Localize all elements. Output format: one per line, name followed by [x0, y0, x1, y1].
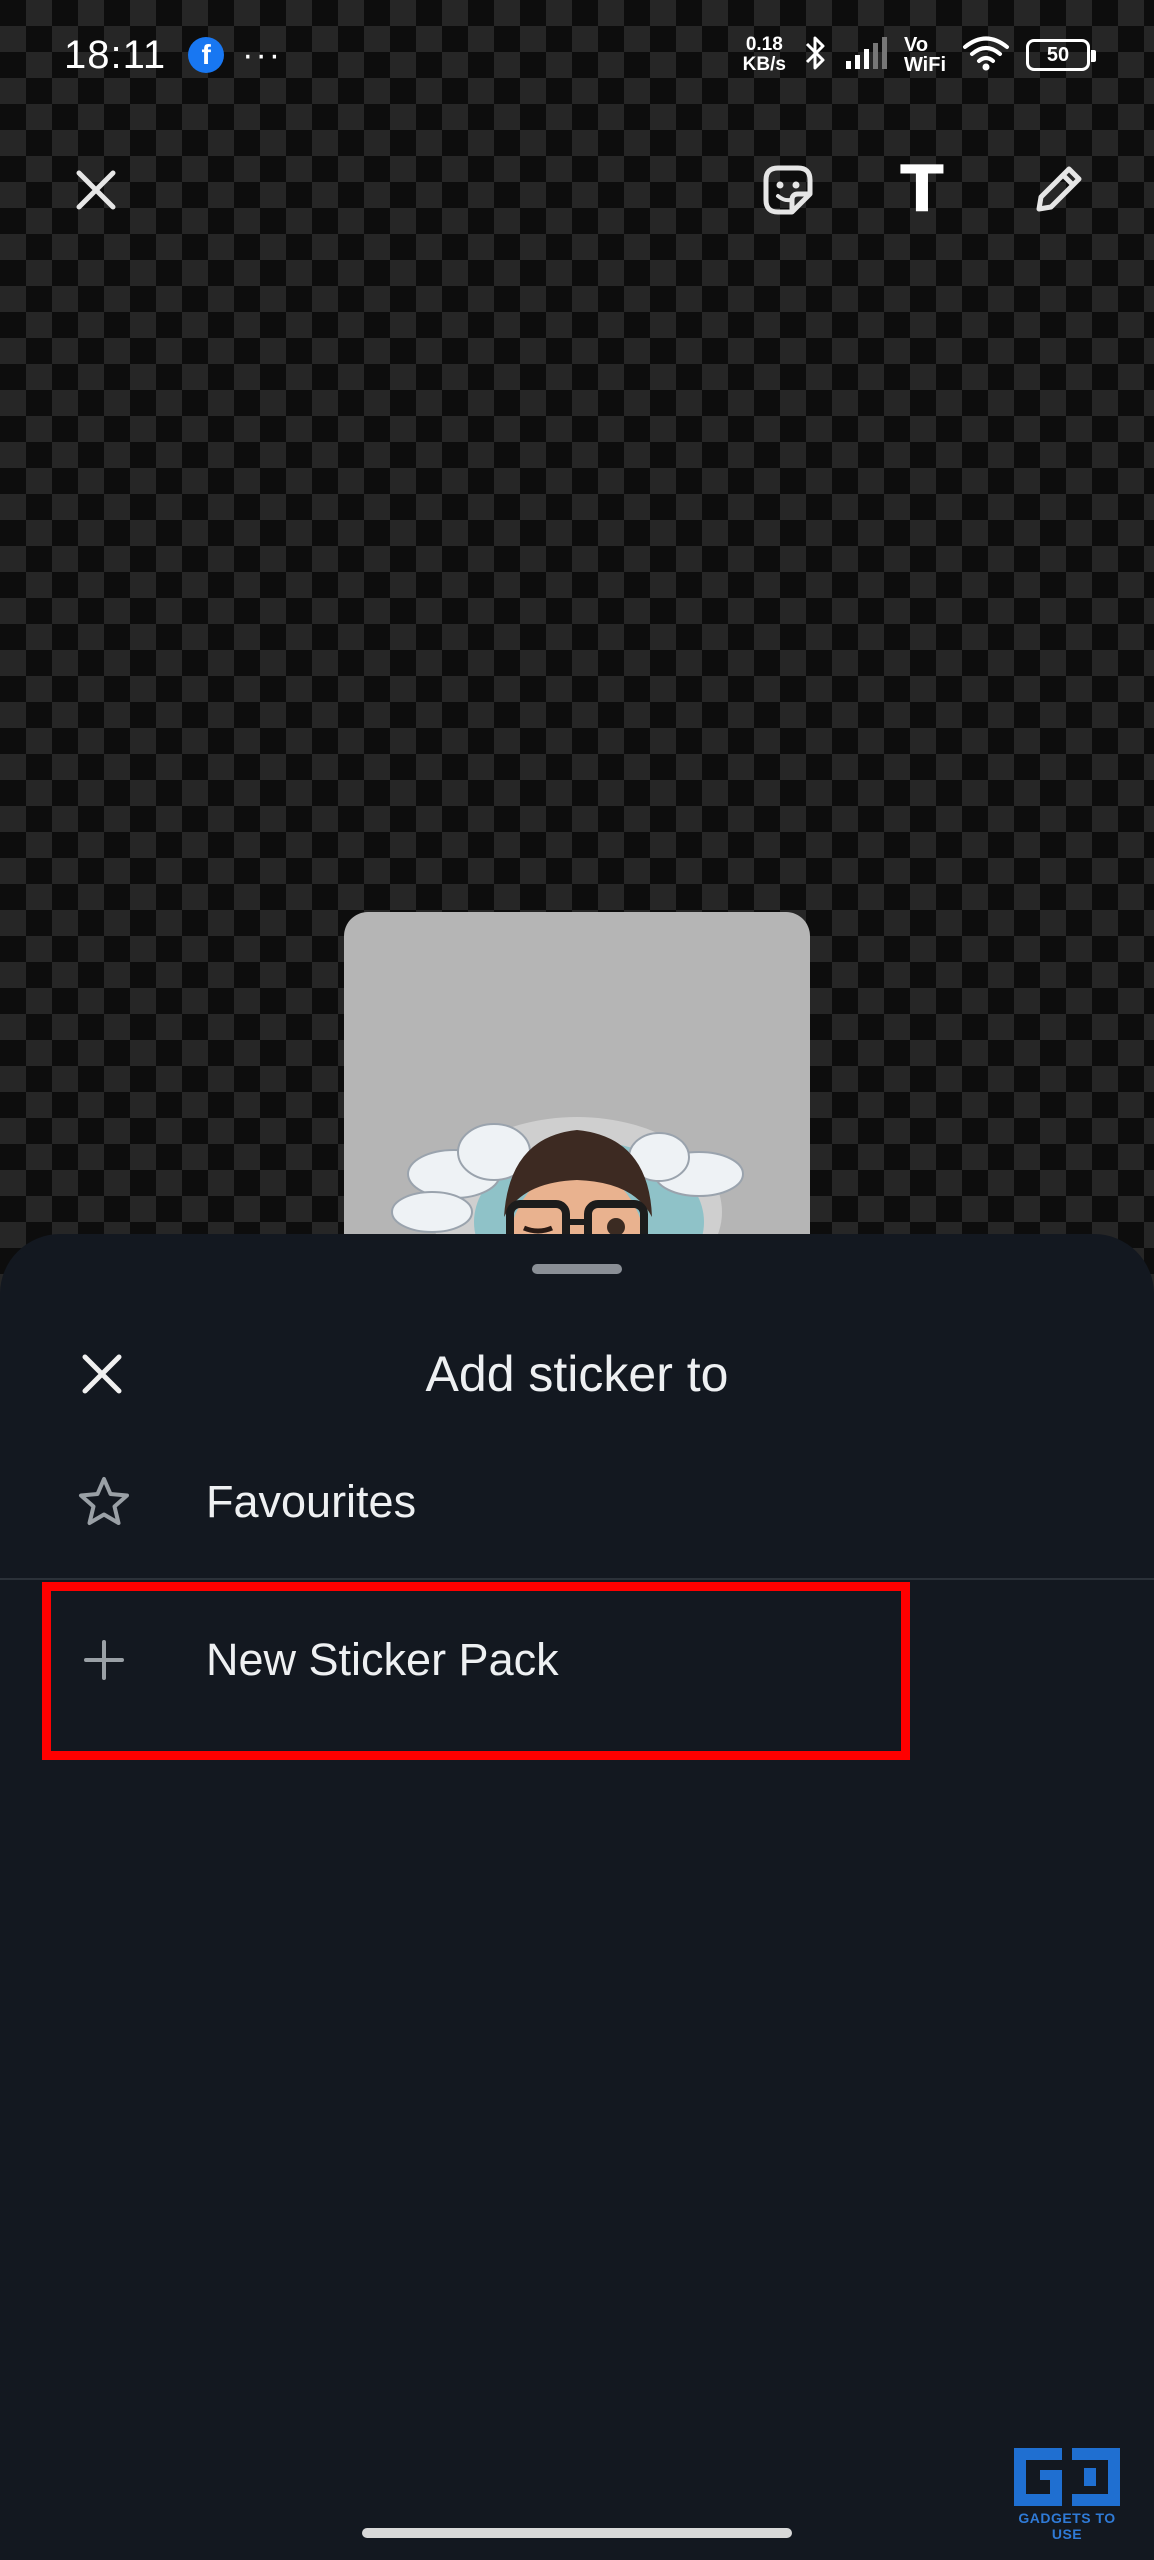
wifi-icon: [962, 34, 1010, 77]
sheet-title: Add sticker to: [425, 1346, 729, 1402]
close-sheet-button[interactable]: [62, 1334, 142, 1414]
gadgets-to-use-logo: [1014, 2448, 1120, 2506]
network-speed-value: 0.18: [745, 34, 783, 55]
battery-indicator: 50: [1026, 39, 1096, 71]
sticker-icon: [763, 165, 813, 215]
more-notifications-indicator: ···: [242, 36, 283, 74]
bluetooth-icon: [802, 33, 828, 78]
watermark-logo: GADGETS TO USE: [1006, 2442, 1128, 2542]
favourites-option[interactable]: Favourites: [0, 1432, 1154, 1572]
status-bar: 18:11 f ··· 0.18 KB/s Vo WiFi 50: [0, 0, 1154, 110]
network-speed: 0.18 KB/s: [743, 35, 786, 75]
vowifi-top-label: Vo: [903, 34, 929, 56]
favourites-label: Favourites: [206, 1476, 417, 1527]
star-outline-icon: [64, 1462, 144, 1542]
vowifi-bottom-label: WiFi: [903, 54, 946, 76]
drag-handle[interactable]: [532, 1264, 622, 1274]
close-editor-button[interactable]: [46, 140, 146, 240]
gesture-navigation-bar[interactable]: [362, 2528, 792, 2538]
divider: [0, 1578, 1154, 1580]
status-indicators: 0.18 KB/s Vo WiFi 50: [743, 33, 1096, 78]
watermark-text: GADGETS TO USE: [1018, 2510, 1116, 2542]
pencil-icon: [1036, 166, 1082, 212]
cellular-signal-icon: [844, 35, 888, 76]
text-tool-label: T: [900, 153, 944, 227]
facebook-notification-icon: f: [188, 37, 225, 73]
status-time: 18:11: [64, 32, 167, 77]
editor-toolbar: T: [0, 140, 1154, 240]
screen: 18:11 f ··· 0.18 KB/s Vo WiFi 50 T Add s…: [0, 0, 1154, 2560]
red-highlight-box: [42, 1582, 910, 1760]
vowifi-indicator: Vo WiFi: [904, 35, 946, 75]
add-sticker-button[interactable]: [738, 140, 838, 240]
close-icon: [76, 170, 116, 210]
network-speed-unit: KB/s: [742, 54, 786, 75]
close-icon: [82, 1354, 122, 1394]
draw-tool-button[interactable]: [1008, 140, 1108, 240]
text-tool-button[interactable]: T: [872, 140, 972, 240]
